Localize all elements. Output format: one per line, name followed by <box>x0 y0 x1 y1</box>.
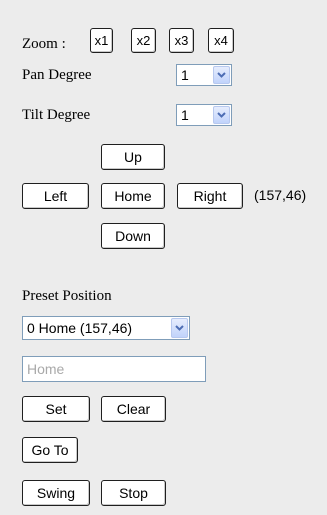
tilt-degree-label: Tilt Degree <box>22 107 91 123</box>
tilt-degree-value: 1 <box>181 107 189 123</box>
zoom-label: Zoom : <box>22 36 66 52</box>
right-button[interactable]: Right <box>177 183 243 209</box>
swing-button[interactable]: Swing <box>22 480 90 506</box>
clear-button[interactable]: Clear <box>101 396 166 422</box>
stop-button[interactable]: Stop <box>101 480 166 506</box>
set-button[interactable]: Set <box>22 396 90 422</box>
down-button[interactable]: Down <box>101 223 165 249</box>
left-button[interactable]: Left <box>22 183 89 209</box>
home-button[interactable]: Home <box>101 183 165 209</box>
chevron-down-icon[interactable] <box>213 106 230 124</box>
coordinates-readout: (157,46) <box>254 187 307 203</box>
up-button[interactable]: Up <box>101 144 165 170</box>
tilt-degree-select[interactable]: 1 <box>176 104 232 126</box>
zoom-x1-button[interactable]: x1 <box>90 28 113 53</box>
zoom-x3-button[interactable]: x3 <box>169 28 194 53</box>
pan-degree-value: 1 <box>181 67 189 83</box>
zoom-x4-button[interactable]: x4 <box>208 28 234 53</box>
go-to-button[interactable]: Go To <box>22 437 78 463</box>
preset-position-select[interactable]: 0 Home (157,46) <box>22 316 190 340</box>
preset-position-label: Preset Position <box>22 288 112 304</box>
preset-name-input[interactable] <box>22 356 206 382</box>
preset-position-value: 0 Home (157,46) <box>27 320 133 336</box>
zoom-x2-button[interactable]: x2 <box>131 28 156 53</box>
chevron-down-icon[interactable] <box>171 318 188 338</box>
pan-degree-label: Pan Degree <box>22 67 92 83</box>
pan-degree-select[interactable]: 1 <box>176 64 232 86</box>
chevron-down-icon[interactable] <box>213 66 230 84</box>
